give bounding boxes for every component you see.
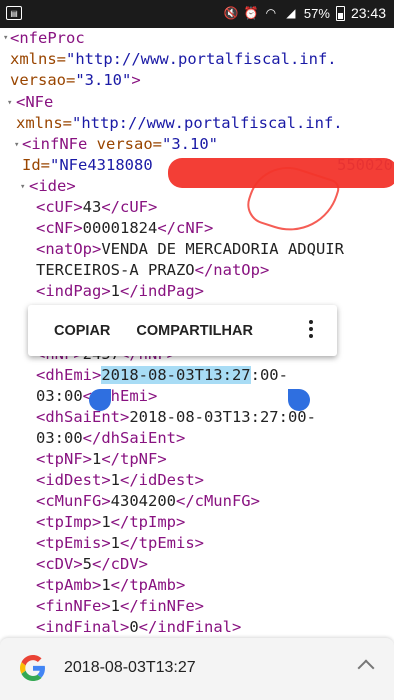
collapse-arrow-icon[interactable]: ▾: [7, 98, 12, 108]
wallet-icon: ▤: [6, 6, 22, 20]
google-g-icon: [20, 655, 45, 681]
xml-line-indfinal[interactable]: <indFinal>0</indFinal>: [36, 617, 241, 638]
collapse-arrow-icon[interactable]: ▾: [14, 140, 19, 150]
xml-line-cmunfg[interactable]: <cMunFG>4304200</cMunFG>: [36, 491, 260, 512]
signal-icon: ◢: [286, 6, 296, 20]
google-search-bar[interactable]: 2018-08-03T13:27: [0, 638, 394, 700]
infnfe-id[interactable]: Id="NFe4318080: [22, 155, 153, 176]
chevron-up-icon[interactable]: [357, 659, 375, 677]
mute-icon: 🔇: [223, 6, 239, 20]
nfeproc-versao[interactable]: versao="3.10">: [10, 70, 141, 91]
copy-button[interactable]: COPIAR: [28, 323, 110, 339]
status-bar: ▤ 🔇 ⏰ ◠ ◢ 57% 23:43: [0, 0, 394, 28]
xml-line-iddest[interactable]: <idDest>1</idDest>: [36, 470, 204, 491]
xml-line-tpimp[interactable]: <tpImp>1</tpImp>: [36, 512, 185, 533]
infnfe-tag[interactable]: <infNFe versao="3.10": [22, 134, 218, 155]
battery-percent: 57%: [303, 5, 330, 21]
more-vert-icon[interactable]: [309, 320, 315, 338]
selected-text[interactable]: 2018-08-03T13:27: [101, 366, 251, 384]
search-query-text[interactable]: 2018-08-03T13:27: [64, 659, 196, 677]
ide-tag[interactable]: <ide>: [29, 176, 76, 197]
xml-line-natop-cont[interactable]: TERCEIROS-A PRAZO</natOp>: [36, 260, 269, 281]
nfe-xmlns[interactable]: xmlns="http://www.portalfiscal.inf.: [16, 113, 343, 134]
clock: 23:43: [350, 5, 386, 21]
text-selection-menu: COPIAR COMPARTILHAR: [28, 305, 337, 356]
collapse-arrow-icon[interactable]: ▾: [3, 33, 8, 43]
xml-line-tpnf[interactable]: <tpNF>1</tpNF>: [36, 449, 167, 470]
nfeproc-xmlns[interactable]: xmlns="http://www.portalfiscal.inf.: [10, 49, 337, 70]
xml-line-dhsaient[interactable]: <dhSaiEnt>2018-08-03T13:27:00-: [36, 407, 316, 428]
xml-line-cuf[interactable]: <cUF>43</cUF>: [36, 197, 157, 218]
xml-line-dhemi[interactable]: <dhEmi>2018-08-03T13:27:00-: [36, 365, 288, 386]
wifi-icon: ◠: [265, 6, 277, 20]
xml-line-dhsaient-cont[interactable]: 03:00</dhSaiEnt>: [36, 428, 185, 449]
nfeproc-tag[interactable]: <nfeProc: [10, 28, 85, 49]
share-button[interactable]: COMPARTILHAR: [110, 323, 253, 339]
xml-line-tpemis[interactable]: <tpEmis>1</tpEmis>: [36, 533, 204, 554]
battery-icon: [335, 5, 345, 21]
xml-line-cdv[interactable]: <cDV>5</cDV>: [36, 554, 148, 575]
xml-line-cnf[interactable]: <cNF>00001824</cNF>: [36, 218, 213, 239]
xml-line-finnfe[interactable]: <finNFe>1</finNFe>: [36, 596, 204, 617]
alarm-icon: ⏰: [243, 6, 259, 20]
nfe-tag[interactable]: <NFe: [16, 92, 53, 113]
xml-line-tpamb[interactable]: <tpAmb>1</tpAmb>: [36, 575, 185, 596]
collapse-arrow-icon[interactable]: ▾: [20, 182, 25, 192]
xml-line-natop[interactable]: <natOp>VENDA DE MERCADORIA ADQUIR: [36, 239, 344, 260]
xml-line-indpag[interactable]: <indPag>1</indPag>: [36, 281, 204, 302]
